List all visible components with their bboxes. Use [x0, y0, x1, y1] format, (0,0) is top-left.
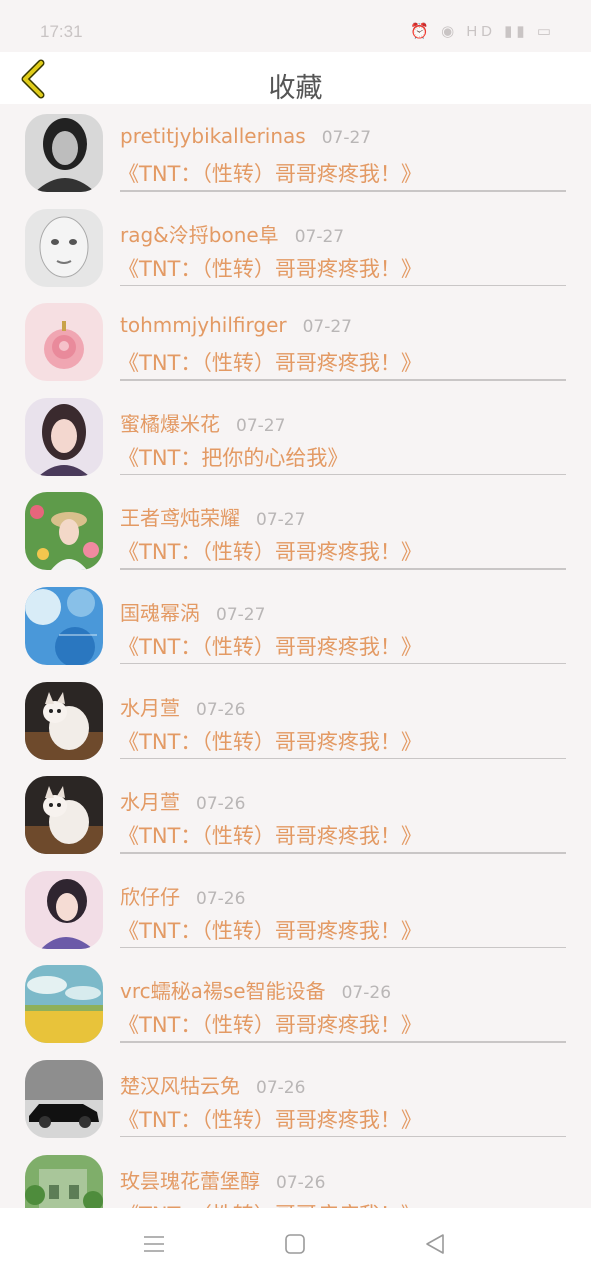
- item-date: 07-27: [236, 415, 286, 436]
- item-username: 水月萱: [120, 790, 180, 815]
- list-item[interactable]: 蜜橘爆米花 07-27 《TNT：把你的心给我》: [0, 388, 591, 483]
- list-item[interactable]: vrc蠕秘a禓se智能设备 07-26 《TNT：（性转）哥哥疼疼我！》: [0, 955, 591, 1050]
- divider: [120, 662, 566, 665]
- list-item[interactable]: 水月萱 07-26 《TNT：（性转）哥哥疼疼我！》: [0, 766, 591, 861]
- avatar[interactable]: [25, 397, 103, 476]
- item-title: 《TNT：（性转）哥哥疼疼我！》: [118, 256, 422, 281]
- item-title: 《TNT：（性转）哥哥疼疼我！》: [118, 918, 422, 943]
- back-triangle-icon: [426, 1234, 444, 1254]
- page-title: 收藏: [268, 73, 323, 104]
- avatar[interactable]: [25, 681, 103, 760]
- item-title: 《TNT：（性转）哥哥疼疼我！》: [118, 634, 422, 659]
- item-date: 07-27: [321, 128, 372, 148]
- item-username: 欣仔仔: [120, 884, 180, 909]
- item-title: 《TNT：（性转）哥哥疼疼我！》: [118, 162, 422, 186]
- item-username: 玫昙瑰花蕾堡醇: [120, 1168, 260, 1193]
- divider: [120, 190, 566, 192]
- item-username: 水月萱: [120, 695, 180, 720]
- list-item[interactable]: rag&泠捋bone阜 07-27 《TNT：（性转）哥哥疼疼我！》: [0, 199, 591, 294]
- item-username: 王者鸢炖荣耀: [120, 506, 240, 531]
- avatar[interactable]: [25, 965, 103, 1044]
- divider: [120, 757, 566, 760]
- divider: [120, 946, 566, 949]
- header: 收藏: [0, 52, 591, 104]
- avatar[interactable]: [25, 208, 103, 287]
- avatar[interactable]: [25, 1059, 103, 1138]
- divider: [120, 852, 566, 854]
- item-date: 07-27: [216, 604, 266, 625]
- item-username: 国魂幂涡: [120, 600, 200, 625]
- item-date: 07-26: [256, 1077, 306, 1098]
- list-item[interactable]: 王者鸢炖荣耀 07-27 《TNT：（性转）哥哥疼疼我！》: [0, 482, 591, 577]
- item-title: 《TNT：（性转）哥哥疼疼我！》: [118, 1199, 422, 1208]
- menu-button[interactable]: [140, 1230, 168, 1258]
- avatar[interactable]: [25, 492, 103, 571]
- divider: [120, 284, 566, 287]
- avatar[interactable]: [25, 870, 103, 949]
- list-item[interactable]: pretitjybikallerinas 07-27 《TNT：（性转）哥哥疼疼我…: [0, 104, 591, 199]
- system-nav-bar: [0, 1208, 591, 1280]
- item-date: 07-26: [341, 983, 392, 1004]
- item-username: tohmmjyhilfirger: [120, 313, 287, 338]
- menu-icon: [144, 1236, 164, 1252]
- divider: [120, 568, 566, 570]
- list-item[interactable]: 欣仔仔 07-26 《TNT：（性转）哥哥疼疼我！》: [0, 861, 591, 956]
- item-username: rag&泠捋bone阜: [120, 222, 279, 247]
- status-bar: 17:31 ⏰ ◉ HD ▮▮ ▭: [0, 0, 591, 52]
- avatar[interactable]: [25, 586, 103, 665]
- item-title: 《TNT：（性转）哥哥疼疼我！》: [118, 824, 422, 849]
- divider: [120, 1041, 566, 1043]
- item-title: 《TNT：（性转）哥哥疼疼我！》: [118, 540, 422, 565]
- divider: [120, 1135, 566, 1138]
- divider: [120, 379, 566, 381]
- avatar[interactable]: [25, 303, 103, 382]
- divider: [120, 473, 566, 476]
- list-item[interactable]: 玫昙瑰花蕾堡醇 07-26 《TNT：（性转）哥哥疼疼我！》: [0, 1145, 591, 1208]
- item-title: 《TNT：（性转）哥哥疼疼我！》: [118, 1013, 422, 1038]
- item-date: 07-27: [302, 317, 352, 338]
- list-item[interactable]: 水月萱 07-26 《TNT：（性转）哥哥疼疼我！》: [0, 672, 591, 767]
- item-date: 07-26: [276, 1172, 326, 1193]
- item-username: 蜜橘爆米花: [120, 411, 220, 436]
- item-title: 《TNT：（性转）哥哥疼疼我！》: [118, 729, 422, 754]
- item-username: pretitjybikallerinas: [120, 124, 306, 148]
- item-title: 《TNT：（性转）哥哥疼疼我！》: [118, 351, 422, 376]
- item-title: 《TNT：把你的心给我》: [118, 445, 349, 470]
- home-button[interactable]: [281, 1230, 309, 1258]
- avatar[interactable]: [25, 1154, 103, 1208]
- list-item[interactable]: 国魂幂涡 07-27 《TNT：（性转）哥哥疼疼我！》: [0, 577, 591, 672]
- list-item[interactable]: 楚汉风牯云免 07-26 《TNT：（性转）哥哥疼疼我！》: [0, 1050, 591, 1145]
- avatar[interactable]: [25, 114, 103, 192]
- list-item[interactable]: tohmmjyhilfirger 07-27 《TNT：（性转）哥哥疼疼我！》: [0, 293, 591, 388]
- system-back-button[interactable]: [421, 1230, 449, 1258]
- item-title: 《TNT：（性转）哥哥疼疼我！》: [118, 1107, 422, 1132]
- item-username: vrc蠕秘a禓se智能设备: [120, 979, 326, 1004]
- item-date: 07-26: [196, 699, 246, 720]
- avatar[interactable]: [25, 776, 103, 855]
- home-square-icon: [285, 1234, 305, 1254]
- status-indicators: ⏰ ◉ HD ▮▮ ▭: [410, 23, 555, 40]
- item-username: 楚汉风牯云免: [120, 1073, 240, 1098]
- item-date: 07-26: [196, 794, 246, 815]
- item-date: 07-26: [196, 888, 246, 909]
- status-time: 17:31: [40, 22, 83, 41]
- item-date: 07-27: [294, 226, 345, 247]
- favorites-list[interactable]: pretitjybikallerinas 07-27 《TNT：（性转）哥哥疼疼我…: [0, 104, 591, 1208]
- item-date: 07-27: [256, 510, 306, 531]
